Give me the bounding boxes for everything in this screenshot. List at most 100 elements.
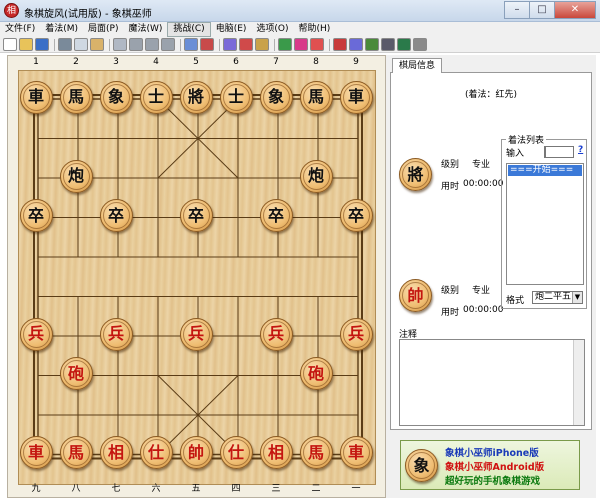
piece-char: 馬 [302,439,330,466]
hint-icon[interactable] [310,38,324,51]
red-piece[interactable]: 兵 [19,317,53,351]
close-button[interactable]: ✕ [554,1,596,19]
flip-board-icon[interactable] [223,38,237,51]
black-piece[interactable]: 卒 [19,199,53,232]
title-bar: 相 象棋旋风(试用版) - 象棋巫师 – □ ✕ [0,0,600,22]
paste-icon[interactable] [90,38,104,51]
promo-line-iphone[interactable]: 象棋小巫师iPhone版 [445,445,539,459]
screen-icon[interactable] [397,38,411,51]
menu-item-5[interactable]: 电脑(E) [211,22,252,37]
black-piece[interactable]: 將 [179,80,213,114]
analyze-icon[interactable] [255,38,269,51]
color-icon[interactable] [278,38,292,51]
computer-icon[interactable] [381,38,395,51]
red-piece[interactable]: 砲 [299,357,333,390]
piece-char: 車 [22,439,50,466]
piece-char: 相 [102,439,130,466]
move-help-link[interactable]: ? [578,145,583,155]
black-piece[interactable]: 卒 [259,199,293,232]
new-icon[interactable] [3,38,17,51]
magic-icon[interactable] [294,38,308,51]
file-label: 四 [231,484,241,494]
save-icon[interactable] [35,38,49,51]
open-icon[interactable] [19,38,33,51]
red-piece[interactable]: 相 [99,436,133,469]
clock-icon[interactable] [349,38,363,51]
edit-board-icon[interactable] [239,38,253,51]
red-piece[interactable]: 相 [259,436,293,469]
menu-item-2[interactable]: 局面(P) [83,22,123,37]
menu-item-6[interactable]: 选项(O) [251,22,293,37]
move-input-field[interactable] [544,146,574,158]
red-piece[interactable]: 車 [339,436,373,469]
black-piece[interactable]: 車 [339,80,373,114]
toolbar-separator [329,38,330,51]
black-piece[interactable]: 象 [99,80,133,114]
black-piece[interactable]: 士 [219,80,253,114]
promo-line-android[interactable]: 象棋小巫师Android版 [445,459,544,473]
black-piece[interactable]: 卒 [99,199,133,232]
red-piece[interactable]: 仕 [139,436,173,469]
red-piece[interactable]: 帥 [179,436,213,469]
copy-board-icon[interactable] [200,38,214,51]
move-list-title: 着法列表 [506,133,547,146]
move-list[interactable]: ===开始=== [506,163,584,285]
app-icon[interactable]: 相 [4,3,19,18]
stop-icon[interactable] [413,38,427,51]
maximize-button[interactable]: □ [529,1,555,19]
black-piece[interactable]: 車 [19,80,53,114]
red-piece[interactable]: 兵 [99,317,133,351]
black-piece[interactable]: 卒 [339,199,373,232]
notes-textarea[interactable] [399,339,585,426]
format-select[interactable]: 炮二平五 ▼ [532,291,583,304]
red-piece[interactable]: 車 [19,436,53,469]
black-piece[interactable]: 馬 [299,80,333,114]
promo-piece-icon: 象 [405,449,438,482]
red-piece[interactable]: 馬 [59,436,93,469]
move-list-item-selected[interactable]: ===开始=== [508,165,582,176]
menu-item-4[interactable]: 挑战(C) [167,22,211,37]
file-label: 3 [113,57,119,67]
prev-move-icon[interactable] [129,38,143,51]
file-label: 2 [73,57,79,67]
file-label: 5 [193,57,199,67]
notes-scrollbar[interactable] [573,340,584,425]
print-icon[interactable] [58,38,72,51]
minimize-button[interactable]: – [504,1,530,19]
copy-icon[interactable] [74,38,88,51]
menu-item-1[interactable]: 着法(M) [40,22,83,37]
black-piece[interactable]: 象 [259,80,293,114]
piece-char: 象 [102,83,130,111]
first-move-icon[interactable] [113,38,127,51]
black-piece[interactable]: 炮 [59,159,93,193]
black-piece[interactable]: 卒 [179,199,213,232]
cut-icon[interactable] [184,38,198,51]
tab-game-info[interactable]: 棋局信息 [392,58,443,73]
info-panel: 棋局信息 (着法：红先) 將 级别 专业 用时 00:00:00 帥 级别 专业… [386,55,596,498]
red-piece[interactable]: 砲 [59,357,93,390]
piece-char: 車 [342,83,370,111]
chevron-down-icon[interactable]: ▼ [572,292,582,303]
last-move-icon[interactable] [161,38,175,51]
piece-char: 馬 [62,439,90,466]
piece-char: 兵 [102,320,130,348]
red-piece[interactable]: 馬 [299,436,333,469]
file-label: 8 [313,57,319,67]
black-piece[interactable]: 馬 [59,80,93,114]
board-frame [7,55,386,498]
menu-item-3[interactable]: 魔法(W) [123,22,167,37]
book-icon[interactable] [333,38,347,51]
menu-item-7[interactable]: 帮助(H) [294,22,336,37]
piece-char: 卒 [262,202,290,229]
next-move-icon[interactable] [145,38,159,51]
black-piece[interactable]: 士 [139,80,173,114]
engine-icon[interactable] [365,38,379,51]
red-piece[interactable]: 仕 [219,436,253,469]
promo-banner[interactable]: 象 象棋小巫师iPhone版 象棋小巫师Android版 超好玩的手机象棋游戏 [400,440,580,490]
red-piece[interactable]: 兵 [339,317,373,351]
red-piece[interactable]: 兵 [259,317,293,351]
black-piece[interactable]: 炮 [299,159,333,193]
board-wood[interactable] [18,70,376,485]
red-piece[interactable]: 兵 [179,317,213,351]
menu-item-0[interactable]: 文件(F) [0,22,40,37]
